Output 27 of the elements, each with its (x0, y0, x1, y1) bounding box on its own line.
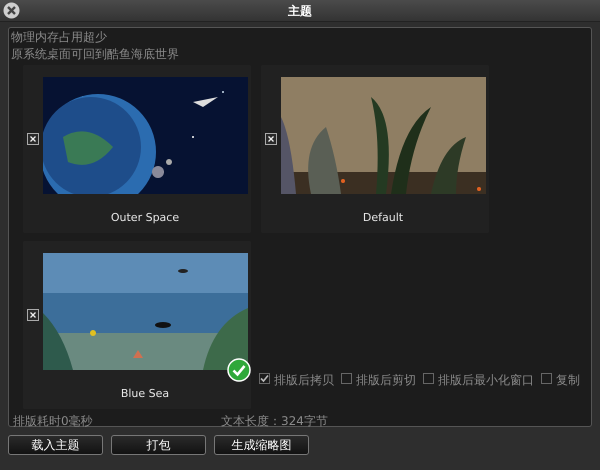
status-text: 文本长度：324字节 (221, 413, 328, 430)
checkbox[interactable] (259, 373, 270, 384)
background-text: 原系统桌面可回到酷鱼海底世界 (11, 46, 179, 63)
option-label: 排版后最小化窗口 (438, 372, 534, 389)
action-button[interactable]: 载入主题 (8, 435, 103, 455)
check-icon (227, 358, 251, 382)
status-text: 排版耗时0毫秒 (13, 413, 94, 430)
theme-card[interactable]: Outer Space (23, 65, 251, 233)
theme-name: Outer Space (110, 210, 180, 226)
action-button[interactable]: 打包 (111, 435, 206, 455)
background-text: 物理内存占用超少 (11, 29, 107, 46)
option-label: 排版后剪切 (356, 372, 416, 389)
theme-name: Default (362, 210, 404, 226)
theme-card[interactable]: Blue Sea (23, 241, 251, 409)
checkbox[interactable] (341, 373, 352, 384)
remove-icon[interactable] (265, 133, 277, 145)
window-title: 主题 (288, 2, 312, 20)
checkbox[interactable] (423, 373, 434, 384)
checkbox[interactable] (541, 373, 552, 384)
theme-card[interactable]: Default (261, 65, 489, 233)
option-label: 复制 (556, 372, 580, 389)
theme-name: Blue Sea (120, 386, 170, 402)
close-icon[interactable] (3, 2, 20, 19)
action-button[interactable]: 生成缩略图 (214, 435, 309, 455)
remove-icon[interactable] (27, 309, 39, 321)
remove-icon[interactable] (27, 133, 39, 145)
option-label: 排版后拷贝 (274, 372, 334, 389)
